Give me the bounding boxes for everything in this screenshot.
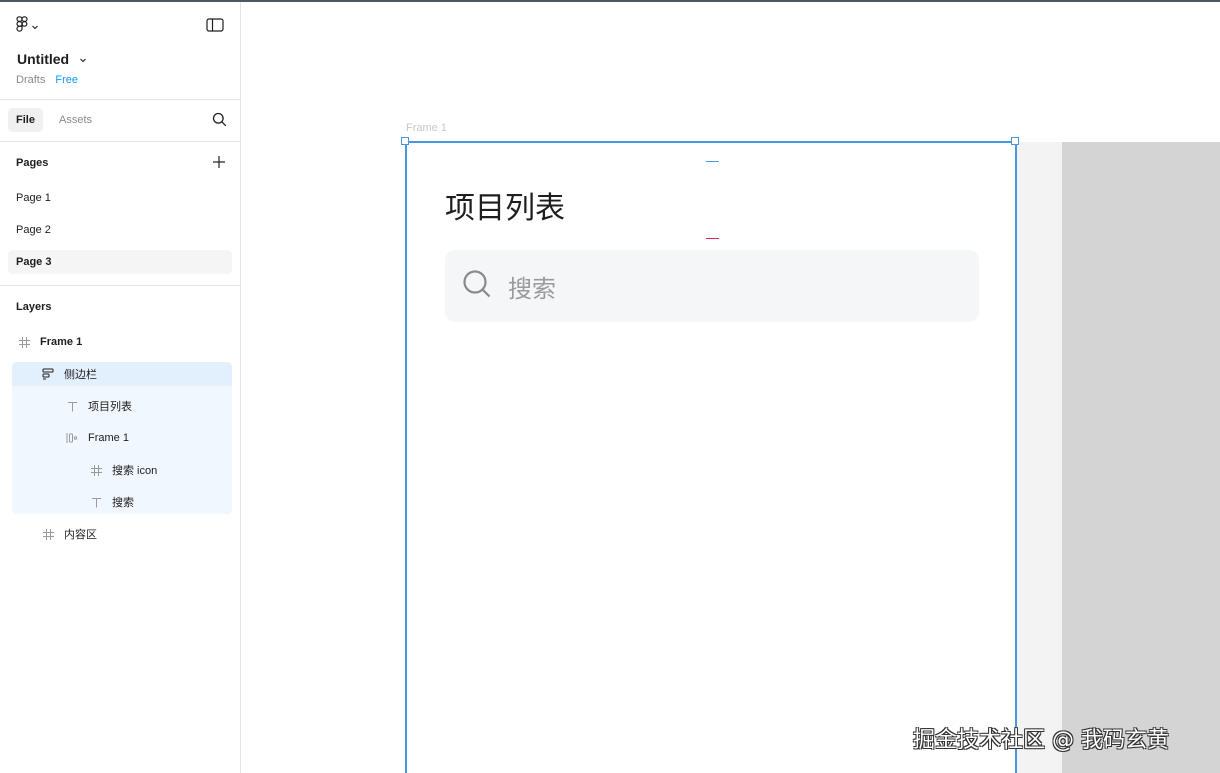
frame-icon	[17, 335, 31, 349]
neighbor-frame-dark[interactable]	[1062, 142, 1220, 773]
tab-assets[interactable]: Assets	[51, 108, 100, 132]
chevron-down-icon	[31, 18, 39, 36]
resize-handle-top-right[interactable]	[1011, 137, 1019, 145]
layer-label: 内容区	[64, 529, 97, 541]
left-sidebar: Untitled Drafts Free File Assets Pages P…	[0, 2, 241, 773]
spacing-guide	[706, 161, 719, 162]
frame-icon	[41, 527, 55, 541]
search-input[interactable]: 搜索	[445, 250, 979, 322]
sidebar-tabs: File Assets	[0, 100, 240, 142]
spacing-guide	[706, 238, 719, 239]
page-item-1[interactable]: Page 1	[8, 186, 232, 210]
design-canvas[interactable]: Frame 1 项目列表 搜索	[241, 2, 1220, 773]
layer-row[interactable]: 搜索 icon	[89, 458, 157, 482]
plan-badge[interactable]: Free	[55, 74, 78, 86]
tab-file[interactable]: File	[8, 108, 43, 132]
layer-row[interactable]: Frame 1	[65, 426, 129, 450]
file-title: Untitled	[17, 51, 70, 67]
auto-layout-icon	[41, 367, 55, 381]
layer-label: Frame 1	[40, 336, 83, 348]
layer-row[interactable]: 内容区	[41, 522, 97, 546]
sidebar-divider	[0, 285, 240, 286]
resize-handle-top-left[interactable]	[401, 137, 409, 145]
frame-icon	[89, 463, 103, 477]
layer-label: Frame 1	[88, 432, 129, 444]
drafts-link[interactable]: Drafts	[16, 74, 45, 86]
toggle-ui-button[interactable]	[206, 18, 224, 37]
watermark: 掘金技术社区 @ 我码玄黄	[913, 728, 1169, 753]
layer-row[interactable]: 搜索	[89, 490, 134, 514]
file-header: Untitled Drafts Free	[0, 2, 240, 100]
layers-heading: Layers	[16, 301, 52, 313]
plus-icon	[212, 156, 226, 173]
search-icon	[212, 112, 227, 131]
layer-row[interactable]: Frame 1	[17, 330, 82, 354]
layer-label: 侧边栏	[64, 369, 97, 381]
neighbor-frame-light[interactable]	[1016, 142, 1066, 773]
main-menu-button[interactable]	[16, 16, 39, 37]
selected-frame[interactable]: 项目列表 搜索	[405, 141, 1017, 773]
search-placeholder: 搜索	[508, 274, 556, 303]
page-item-3[interactable]: Page 3	[8, 250, 232, 274]
layer-row[interactable]: 侧边栏	[41, 362, 97, 386]
layer-row[interactable]: 项目列表	[65, 394, 132, 418]
auto-layout-horizontal-icon	[65, 431, 79, 445]
file-name-dropdown[interactable]: Untitled	[17, 51, 87, 67]
text-icon	[89, 495, 103, 509]
frame-label[interactable]: Frame 1	[406, 122, 447, 134]
chevron-down-icon	[79, 51, 87, 67]
page-item-2[interactable]: Page 2	[8, 218, 232, 242]
pages-heading: Pages	[16, 157, 49, 169]
sidebar-panel-icon	[206, 18, 224, 36]
file-location: Drafts Free	[16, 74, 78, 86]
layer-label: 搜索 icon	[112, 465, 158, 477]
add-page-button[interactable]	[212, 155, 226, 174]
page-title[interactable]: 项目列表	[445, 183, 565, 227]
layer-label: 搜索	[112, 497, 134, 509]
figma-logo-icon	[16, 16, 28, 37]
search-icon	[462, 269, 492, 304]
search-layers-button[interactable]	[212, 112, 227, 132]
layer-label: 项目列表	[88, 401, 132, 413]
text-icon	[65, 399, 79, 413]
